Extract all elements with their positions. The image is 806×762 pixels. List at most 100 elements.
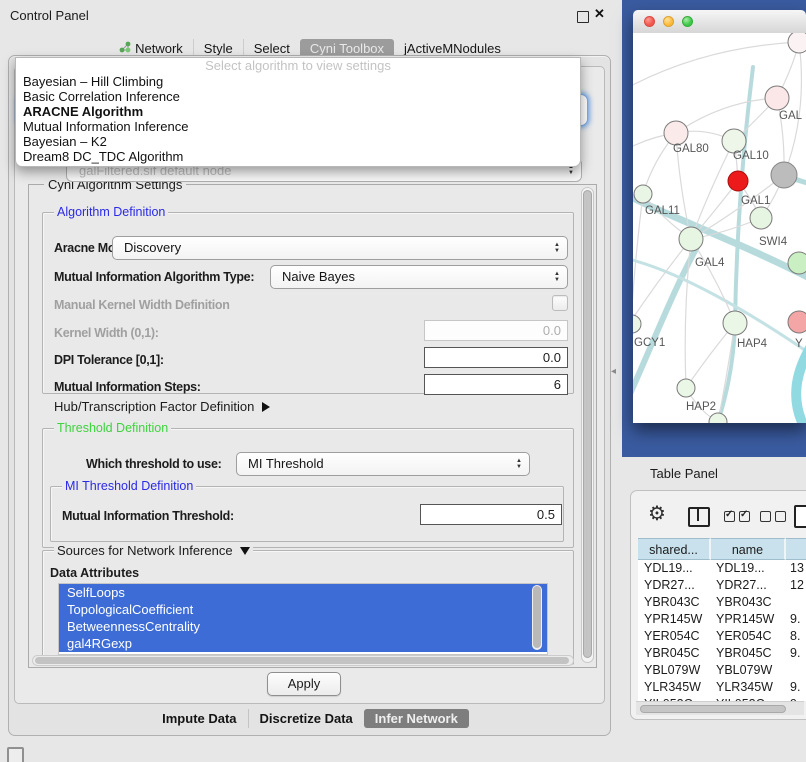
table-cell[interactable]: YLR345W (638, 679, 711, 696)
which-threshold-combo[interactable]: MI Threshold (236, 452, 530, 476)
table-cell[interactable]: 9. (786, 679, 806, 696)
column-header-shared[interactable]: shared... (638, 538, 711, 560)
dropdown-item-dream8-dc-tdc-algorithm[interactable]: Dream8 DC_TDC Algorithm (16, 149, 580, 164)
kernel-width-field[interactable]: 0.0 (424, 320, 568, 341)
expand-right-icon[interactable] (262, 402, 270, 412)
table-cell[interactable]: YBL079W (638, 662, 711, 679)
table-row[interactable]: YLR345WYLR345W9. (638, 679, 806, 696)
select-all-icon[interactable] (724, 511, 750, 522)
table-cell[interactable]: 9. (786, 645, 806, 662)
network-node[interactable] (788, 33, 806, 53)
dropdown-item-aracne-algorithm[interactable]: ARACNE Algorithm (16, 104, 580, 119)
network-node-gcy1[interactable] (633, 315, 641, 333)
attribute-item-gal4rgexp[interactable]: gal4RGexp (59, 635, 547, 652)
table-cell[interactable]: YLR345W (711, 679, 786, 696)
dropdown-item-mutual-information-inference[interactable]: Mutual Information Inference (16, 119, 580, 134)
hub-section-toggle[interactable]: Hub/Transcription Factor Definition (54, 399, 270, 414)
tab-impute-data[interactable]: Impute Data (151, 709, 247, 728)
network-node-gal1[interactable] (750, 207, 772, 229)
network-node-hap2[interactable] (677, 379, 695, 397)
column-header-name[interactable]: name (711, 538, 786, 560)
mi-steps-field[interactable]: 6 (424, 374, 568, 395)
table-cell[interactable]: YPR145W (638, 611, 711, 628)
list-scrollbar[interactable] (532, 585, 542, 650)
table-cell[interactable]: 8. (786, 628, 806, 645)
table-cell[interactable]: YBR045C (711, 645, 786, 662)
dpi-tolerance-field[interactable]: 0.0 (424, 347, 568, 368)
tab-discretize-data[interactable]: Discretize Data (248, 709, 364, 728)
table-row[interactable]: YPR145WYPR145W9. (638, 611, 806, 628)
network-canvas[interactable]: GALGAL80GAL10GAL1GAL11SWI4GAL4GCY1HAP4YH… (633, 33, 806, 423)
table-cell[interactable]: YER054C (638, 628, 711, 645)
network-node[interactable] (771, 162, 797, 188)
file-icon[interactable] (794, 505, 806, 528)
deselect-all-icon[interactable] (760, 511, 786, 522)
mi-type-combo[interactable]: Naive Bayes (270, 265, 568, 289)
data-attributes-list[interactable]: SelfLoopsTopologicalCoefficientBetweenne… (58, 583, 548, 655)
table-horizontal-scrollbar[interactable] (636, 701, 804, 715)
manual-kernel-checkbox[interactable] (552, 295, 568, 311)
table-cell[interactable] (786, 594, 806, 611)
network-window-titlebar[interactable] (633, 10, 806, 34)
table-cell[interactable]: YPR145W (711, 611, 786, 628)
dropdown-item-basic-correlation-inference[interactable]: Basic Correlation Inference (16, 89, 580, 104)
table-row[interactable]: YDL19...YDL19...13 (638, 560, 806, 577)
scrollbar-thumb[interactable] (640, 705, 786, 713)
table-cell[interactable]: 9. (786, 611, 806, 628)
table-cell[interactable]: YER054C (711, 628, 786, 645)
attribute-item-topologicalcoefficient[interactable]: TopologicalCoefficient (59, 601, 547, 618)
table-cell[interactable]: 12 (786, 577, 806, 594)
table-cell[interactable]: YBR043C (711, 594, 786, 611)
float-window-icon[interactable] (577, 11, 589, 23)
network-graph[interactable]: GALGAL80GAL10GAL1GAL11SWI4GAL4GCY1HAP4YH… (633, 33, 806, 423)
table-row[interactable]: YBR045CYBR045C9. (638, 645, 806, 662)
apply-button[interactable]: Apply (267, 672, 341, 696)
table-cell[interactable]: 13 (786, 560, 806, 577)
network-node-gal4[interactable] (679, 227, 703, 251)
table-cell[interactable]: YBL079W (711, 662, 786, 679)
table-cell[interactable]: YDR27... (638, 577, 711, 594)
sources-toggle[interactable]: Sources for Network Inference (54, 543, 253, 558)
minimize-traffic-light-icon[interactable] (663, 16, 674, 27)
network-edge (676, 98, 777, 133)
tab-infer-network[interactable]: Infer Network (364, 709, 469, 728)
table-row[interactable]: YBR043CYBR043C (638, 594, 806, 611)
settings-vertical-scrollbar[interactable] (581, 187, 594, 663)
panel-collapse-icon[interactable]: ◂ (611, 366, 616, 377)
gear-icon[interactable]: ⚙ (648, 504, 666, 524)
attribute-item-selfloops[interactable]: SelfLoops (59, 584, 547, 601)
scrollbar-thumb[interactable] (533, 586, 541, 648)
table-cell[interactable]: YBR045C (638, 645, 711, 662)
scrollbar-thumb[interactable] (35, 657, 569, 664)
network-node-gal11[interactable] (634, 185, 652, 203)
attribute-item-betweennesscentrality[interactable]: BetweennessCentrality (59, 618, 547, 635)
collapse-down-icon[interactable] (240, 547, 250, 555)
table-cell[interactable] (786, 662, 806, 679)
collapsed-panel-icon[interactable] (7, 747, 24, 762)
zoom-traffic-light-icon[interactable] (682, 16, 693, 27)
dropdown-item-bayesian-hill-climbing[interactable]: Bayesian – Hill Climbing (16, 74, 580, 89)
table-cell[interactable]: YDL19... (711, 560, 786, 577)
network-node-hap4[interactable] (723, 311, 747, 335)
network-node-y[interactable] (788, 311, 806, 333)
close-icon[interactable]: ✕ (594, 6, 605, 22)
column-header-a[interactable]: A (786, 538, 806, 560)
table-row[interactable]: YBL079WYBL079W (638, 662, 806, 679)
network-node-swi4[interactable] (788, 252, 806, 274)
mi-threshold-field[interactable]: 0.5 (420, 504, 562, 525)
table-row[interactable]: YER054CYER054C8. (638, 628, 806, 645)
columns-icon[interactable] (688, 507, 710, 527)
scrollbar-thumb[interactable] (583, 190, 592, 658)
network-node[interactable] (728, 171, 748, 191)
table-cell[interactable]: YBR043C (638, 594, 711, 611)
table-cell[interactable]: YDL19... (638, 560, 711, 577)
network-node-gal80[interactable] (664, 121, 688, 145)
close-traffic-light-icon[interactable] (644, 16, 655, 27)
aracne-mode-combo[interactable]: Discovery (112, 236, 568, 260)
table-cell[interactable]: YDR27... (711, 577, 786, 594)
network-node[interactable] (709, 413, 727, 423)
network-node-gal[interactable] (765, 86, 789, 110)
dropdown-item-bayesian-k2[interactable]: Bayesian – K2 (16, 134, 580, 149)
settings-horizontal-scrollbar[interactable] (32, 655, 574, 666)
table-row[interactable]: YDR27...YDR27...12 (638, 577, 806, 594)
